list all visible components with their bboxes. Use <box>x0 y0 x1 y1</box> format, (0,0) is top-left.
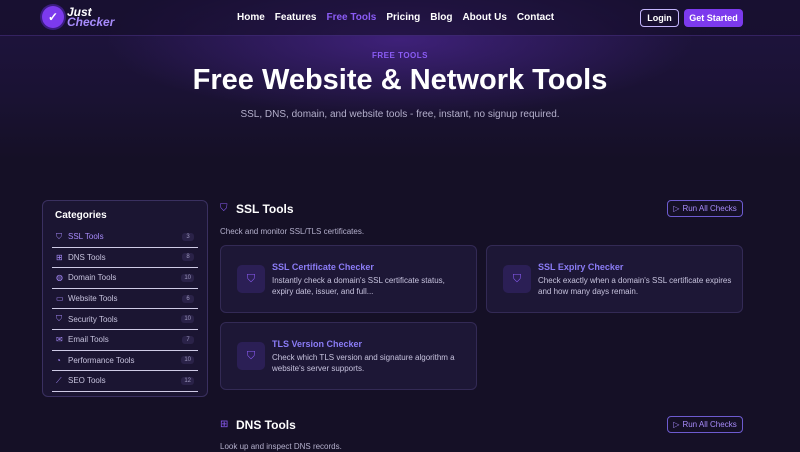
count-badge: 10 <box>181 273 194 282</box>
sidebar-item-label: Domain Tools <box>68 273 117 283</box>
ssl-run-all-checks-button[interactable]: ▷ Run All Checks <box>667 200 743 217</box>
nav-links: Home Features Free Tools Pricing Blog Ab… <box>237 12 564 23</box>
chart-icon: ⟋ <box>56 375 62 385</box>
sidebar-item-website-tools[interactable]: ▭ Website Tools 6 <box>52 289 198 310</box>
gauge-icon: ◔ <box>56 355 61 365</box>
count-badge: 10 <box>181 356 194 365</box>
count-badge: 3 <box>182 232 194 241</box>
network-icon: ⊞ <box>56 252 63 262</box>
sidebar-item-email-tools[interactable]: ✉ Email Tools 7 <box>52 330 198 351</box>
section-title: DNS Tools <box>236 418 296 432</box>
section-description: Look up and inspect DNS records. <box>220 442 342 451</box>
tool-card-ssl-certificate-checker[interactable]: ⛉ SSL Certificate Checker Instantly chec… <box>220 245 477 313</box>
sidebar-item-label: Performance Tools <box>68 355 135 365</box>
card-description: Check which TLS version and signature al… <box>272 353 455 373</box>
count-badge: 10 <box>181 315 194 324</box>
card-title: TLS Version Checker <box>272 339 363 349</box>
sidebar-item-label: DNS Tools <box>68 252 106 262</box>
dns-run-all-checks-button[interactable]: ▷ Run All Checks <box>667 416 743 433</box>
page-title: Free Website & Network Tools <box>192 64 608 96</box>
nav-link-features[interactable]: Features <box>275 12 317 23</box>
tool-card-ssl-expiry-checker[interactable]: ⛉ SSL Expiry Checker Check exactly when … <box>486 245 743 313</box>
mail-icon: ✉ <box>56 335 63 345</box>
hero-subtitle: SSL, DNS, domain, and website tools - fr… <box>240 109 560 120</box>
card-title: SSL Certificate Checker <box>272 262 374 272</box>
card-description: Instantly check a domain's SSL certifica… <box>272 276 445 296</box>
card-description: Check exactly when a domain's SSL certif… <box>538 276 732 296</box>
card-title: SSL Expiry Checker <box>538 262 624 272</box>
sidebar-item-dns-tools[interactable]: ⊞ DNS Tools 8 <box>52 248 198 269</box>
play-icon: ▷ <box>673 420 680 429</box>
count-badge: 7 <box>182 335 194 344</box>
browser-icon: ▭ <box>56 294 64 304</box>
sidebar-title: Categories <box>55 210 107 221</box>
tool-card-tls-version-checker[interactable]: ⛉ TLS Version Checker Check which TLS ve… <box>220 322 477 390</box>
shield-icon: ⛉ <box>237 342 265 370</box>
sidebar-item-security-tools[interactable]: ⛉ Security Tools 10 <box>52 309 198 330</box>
count-badge: 6 <box>182 294 194 303</box>
sidebar-item-label: Email Tools <box>68 335 109 345</box>
nav-link-contact[interactable]: Contact <box>517 12 554 23</box>
ssl-section-header: ⛉ SSL Tools <box>220 202 294 216</box>
shield-icon: ⛉ <box>220 203 228 214</box>
sidebar-item-label: SSL Tools <box>68 232 104 242</box>
sidebar-item-ssl-tools[interactable]: ⛉ SSL Tools 3 <box>52 227 198 248</box>
shield-icon: ⛉ <box>503 265 531 293</box>
network-icon: ⊞ <box>220 419 229 430</box>
count-badge: 8 <box>182 253 194 262</box>
shield-icon: ⛉ <box>56 314 62 324</box>
run-label: Run All Checks <box>682 204 737 213</box>
section-title: SSL Tools <box>236 202 294 216</box>
top-navigation: ✓ Just Checker Home Features Free Tools … <box>0 0 800 36</box>
nav-link-free-tools[interactable]: Free Tools <box>326 12 376 23</box>
check-badge-icon: ✓ <box>42 6 64 28</box>
nav-link-about-us[interactable]: About Us <box>462 12 506 23</box>
nav-link-pricing[interactable]: Pricing <box>386 12 420 23</box>
sidebar-item-seo-tools[interactable]: ⟋ SEO Tools 12 <box>52 371 198 392</box>
sidebar-item-performance-tools[interactable]: ◔ Performance Tools 10 <box>52 351 198 372</box>
sidebar-item-label: Website Tools <box>68 294 118 304</box>
logo[interactable]: ✓ Just Checker <box>42 6 114 28</box>
categories-sidebar: Categories ⛉ SSL Tools 3 ⊞ DNS Tools 8 ◍… <box>42 200 208 397</box>
sidebar-item-domain-tools[interactable]: ◍ Domain Tools 10 <box>52 268 198 289</box>
nav-link-blog[interactable]: Blog <box>430 12 452 23</box>
hero-eyebrow: FREE TOOLS <box>372 51 428 60</box>
section-description: Check and monitor SSL/TLS certificates. <box>220 227 365 236</box>
count-badge: 12 <box>181 376 194 385</box>
logo-text-line2: Checker <box>67 15 115 29</box>
shield-icon: ⛉ <box>237 265 265 293</box>
play-icon: ▷ <box>673 204 680 213</box>
get-started-button[interactable]: Get Started <box>684 9 743 27</box>
login-button[interactable]: Login <box>640 9 679 27</box>
sidebar-item-label: Security Tools <box>68 314 118 324</box>
run-label: Run All Checks <box>682 420 737 429</box>
globe-icon: ◍ <box>56 273 63 283</box>
nav-link-home[interactable]: Home <box>237 12 265 23</box>
shield-icon: ⛉ <box>56 231 62 241</box>
sidebar-item-label: SEO Tools <box>68 376 106 386</box>
dns-section-header: ⊞ DNS Tools <box>220 418 296 432</box>
